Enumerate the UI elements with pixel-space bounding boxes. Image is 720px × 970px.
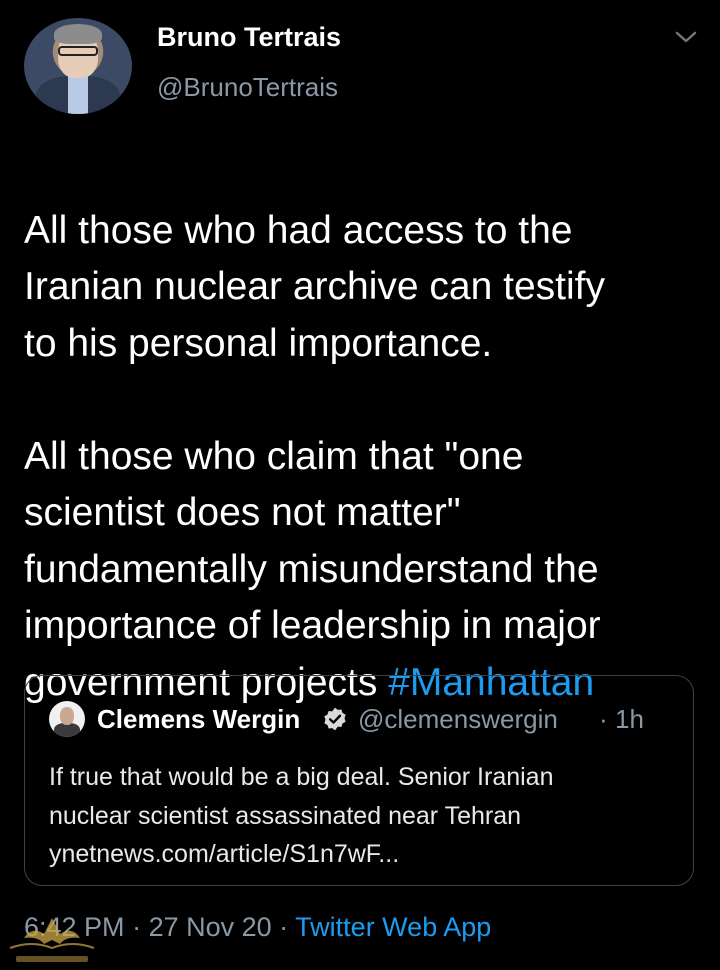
avatar-hair xyxy=(54,24,102,44)
quoted-timestamp: 1h xyxy=(615,704,644,734)
chevron-down-icon[interactable] xyxy=(674,28,698,46)
avatar-shirt xyxy=(68,76,88,114)
quoted-separator: · xyxy=(599,704,608,734)
author-display-name[interactable]: Bruno Tertrais xyxy=(157,22,341,53)
tweet: Bruno Tertrais @BrunoTertrais All those … xyxy=(0,0,720,970)
watermark-logo-icon xyxy=(9,918,95,962)
tweet-paragraph-1: All those who had access to the Iranian … xyxy=(24,208,605,365)
author-avatar[interactable] xyxy=(24,18,132,114)
quoted-author-handle: @clemenswergin xyxy=(358,704,558,734)
footer-separator: · xyxy=(271,912,296,942)
quoted-avatar-body xyxy=(54,723,80,737)
quoted-author-name: Clemens Wergin xyxy=(97,704,301,734)
tweet-paragraph-2: All those who claim that "one scientist … xyxy=(24,429,714,712)
tweet-date[interactable]: 27 Nov 20 xyxy=(149,912,272,942)
quoted-tweet-card[interactable]: Clemens Wergin @clemenswergin · 1h If tr… xyxy=(24,675,694,886)
quoted-line: nuclear scientist assassinated near Tehr… xyxy=(49,801,522,830)
quoted-avatar-face xyxy=(60,707,74,725)
author-handle[interactable]: @BrunoTertrais xyxy=(157,72,338,103)
quoted-link: ynetnews.com/article/S1n7wF... xyxy=(49,840,400,868)
quoted-author-avatar xyxy=(49,701,85,737)
quoted-line: If true that would be a big deal. Senior… xyxy=(49,763,554,791)
verified-badge-icon xyxy=(324,707,346,731)
avatar-glasses xyxy=(58,46,98,56)
source-app-link[interactable]: Twitter Web App xyxy=(295,912,491,942)
quoted-tweet-text: If true that would be a big deal. Senior… xyxy=(49,758,679,874)
footer-separator: · xyxy=(124,912,149,942)
